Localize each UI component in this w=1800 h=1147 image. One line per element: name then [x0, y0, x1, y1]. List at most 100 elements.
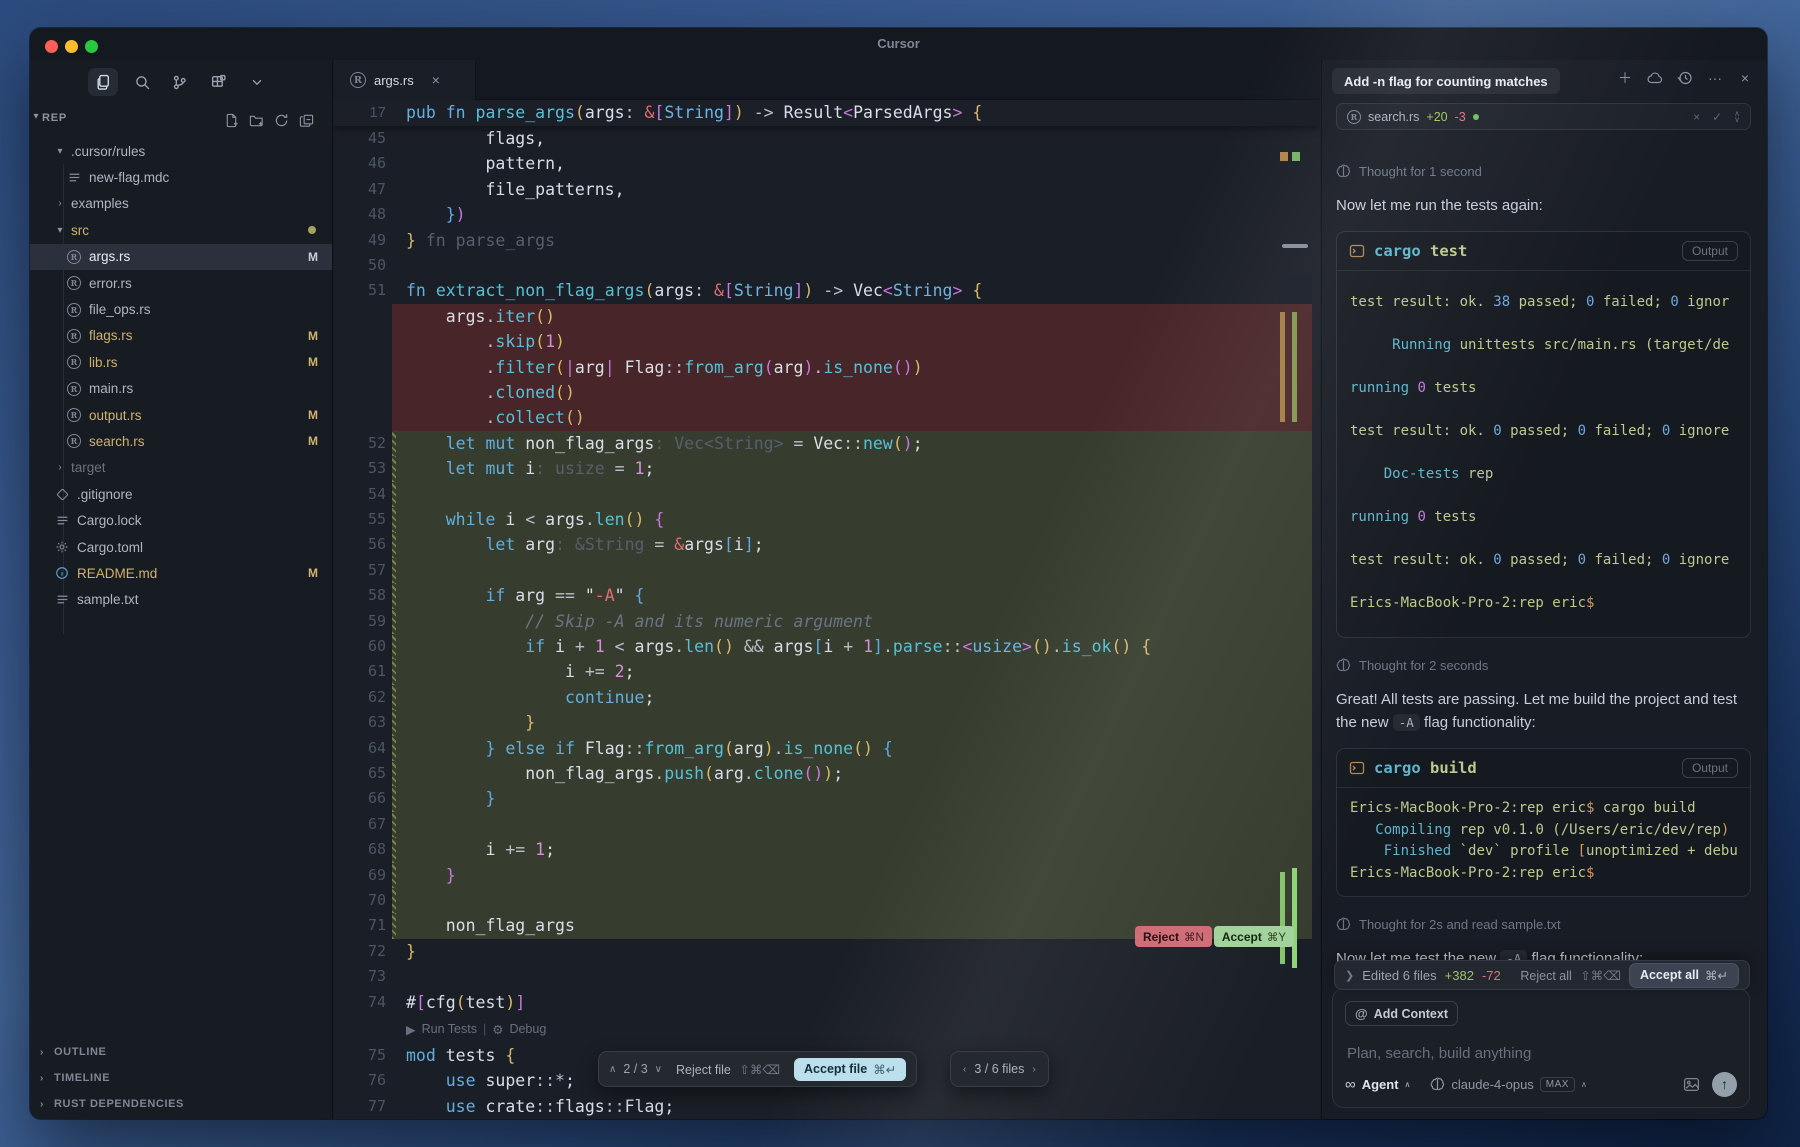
tree-item-search.rs[interactable]: Rsearch.rsM — [30, 428, 332, 454]
tree-item-file_ops.rs[interactable]: Rfile_ops.rs — [30, 296, 332, 322]
code-line-59[interactable]: 59 // Skip -A and its numeric argument — [334, 609, 1320, 634]
image-icon[interactable] — [1683, 1076, 1700, 1093]
tree-item-examples[interactable]: ›examples — [30, 191, 332, 217]
add-context-button[interactable]: @ Add Context — [1345, 1001, 1458, 1026]
tree-item-new-flag.mdc[interactable]: new-flag.mdc — [30, 164, 332, 190]
code-line-51[interactable]: 51fn extract_non_flag_args(args: &[Strin… — [334, 278, 1320, 303]
project-root-label[interactable]: REP — [42, 112, 67, 124]
code-line-deleted[interactable]: .cloned() — [334, 380, 1320, 405]
tree-item-README.md[interactable]: README.mdM — [30, 560, 332, 586]
reject-hunk-button[interactable]: Reject ⌘N — [1135, 926, 1212, 947]
code-line-55[interactable]: 55 while i < args.len() { — [334, 507, 1320, 532]
tab-args-rs[interactable]: R args.rs × — [334, 60, 476, 100]
zoom-window-button[interactable] — [85, 40, 98, 53]
code-line-73[interactable]: 73 — [334, 964, 1320, 989]
debug-link[interactable]: Debug — [509, 1022, 546, 1036]
tree-item-output.rs[interactable]: Routput.rsM — [30, 402, 332, 428]
next-diff-icon[interactable]: ∨ — [655, 1064, 662, 1075]
reject-file-button[interactable]: Reject file ⇧⌘⌫ — [676, 1062, 780, 1077]
code-line-66[interactable]: 66 } — [334, 786, 1320, 811]
sidebar-panel-outline[interactable]: ›OUTLINE — [30, 1039, 332, 1065]
new-folder-icon[interactable] — [245, 110, 267, 130]
thought-row[interactable]: Thought for 2s and read sample.txt — [1336, 917, 1751, 932]
new-file-icon[interactable] — [220, 110, 242, 130]
extensions-icon[interactable] — [203, 68, 233, 96]
code-line-50[interactable]: 50 — [334, 253, 1320, 278]
search-icon[interactable] — [127, 68, 157, 96]
output-badge[interactable]: Output — [1682, 241, 1738, 261]
overview-ruler[interactable] — [1280, 100, 1320, 1119]
files-icon[interactable] — [88, 68, 118, 96]
code-line-58[interactable]: 58 if arg == "-A" { — [334, 583, 1320, 608]
tree-item-main.rs[interactable]: Rmain.rs — [30, 376, 332, 402]
tree-item-.cursor/rules[interactable]: ▾.cursor/rules — [30, 138, 332, 164]
prev-file-icon[interactable]: ‹ — [963, 1064, 966, 1075]
code-lens[interactable]: ▶Run Tests|⚙Debug — [406, 1015, 906, 1043]
sidebar-panel-rust-dependencies[interactable]: ›RUST DEPENDENCIES — [30, 1091, 332, 1117]
tree-item-error.rs[interactable]: Rerror.rs — [30, 270, 332, 296]
code-area[interactable]: 45 flags,46 pattern,47 file_patterns,48 … — [334, 100, 1320, 1119]
refresh-icon[interactable] — [270, 110, 292, 130]
chip-expand-icon[interactable]: ∧∨ — [1734, 111, 1740, 123]
send-button[interactable]: ↑ — [1712, 1072, 1737, 1097]
code-line-64[interactable]: 64 } else if Flag::from_arg(arg).is_none… — [334, 736, 1320, 761]
code-line-deleted[interactable]: .filter(|arg| Flag::from_arg(arg).is_non… — [334, 355, 1320, 380]
expand-edits-icon[interactable]: ❯ — [1345, 969, 1354, 982]
code-line-47[interactable]: 47 file_patterns, — [334, 177, 1320, 202]
agent-mode-selector[interactable]: ∞ Agent ∧ — [1345, 1076, 1410, 1093]
tree-item-sample.txt[interactable]: sample.txt — [30, 587, 332, 613]
chat-title[interactable]: Add -n flag for counting matches — [1332, 68, 1560, 94]
code-line-60[interactable]: 60 if i + 1 < args.len() && args[i + 1].… — [334, 634, 1320, 659]
tree-item-Cargo.toml[interactable]: Cargo.toml — [30, 534, 332, 560]
tree-item-.gitignore[interactable]: .gitignore — [30, 481, 332, 507]
code-line-56[interactable]: 56 let arg: &String = &args[i]; — [334, 532, 1320, 557]
close-window-button[interactable] — [45, 40, 58, 53]
code-line-deleted[interactable]: args.iter() — [334, 304, 1320, 329]
code-line-deleted[interactable]: .collect() — [334, 405, 1320, 430]
edited-files-label[interactable]: Edited 6 files — [1362, 968, 1436, 983]
chat-input[interactable]: @ Add Context Plan, search, build anythi… — [1332, 988, 1750, 1108]
prev-diff-icon[interactable]: ∧ — [609, 1064, 616, 1075]
model-selector[interactable]: claude-4-opus MAX ∧ — [1430, 1077, 1586, 1092]
code-line-68[interactable]: 68 i += 1; — [334, 837, 1320, 862]
close-panel-icon[interactable]: × — [1737, 70, 1753, 86]
code-line-48[interactable]: 48 }) — [334, 202, 1320, 227]
tree-item-lib.rs[interactable]: Rlib.rsM — [30, 349, 332, 375]
code-line-57[interactable]: 57 — [334, 558, 1320, 583]
code-line-67[interactable]: 67 — [334, 812, 1320, 837]
code-line-45[interactable]: 45 flags, — [334, 126, 1320, 151]
code-line-54[interactable]: 54 — [334, 482, 1320, 507]
source-control-icon[interactable] — [164, 68, 194, 96]
tree-item-args.rs[interactable]: Rargs.rsM — [30, 244, 332, 270]
code-line-61[interactable]: 61 i += 2; — [334, 659, 1320, 684]
output-badge[interactable]: Output — [1682, 758, 1738, 778]
tree-item-target[interactable]: ›target — [30, 455, 332, 481]
edited-file-chip[interactable]: R search.rs +20 -3 × ✓ ∧∨ — [1336, 103, 1751, 130]
code-line-49[interactable]: 49} fn parse_args — [334, 228, 1320, 253]
chip-close-icon[interactable]: × — [1693, 110, 1700, 124]
code-line-77[interactable]: 77 use crate::flags::Flag; — [334, 1094, 1320, 1119]
reject-all-button[interactable]: Reject all ⇧⌘⌫ — [1520, 968, 1621, 983]
accept-all-button[interactable]: Accept all ⌘↵ — [1629, 963, 1739, 988]
collapse-all-icon[interactable] — [295, 110, 317, 130]
history-icon[interactable] — [1677, 70, 1693, 86]
thought-row[interactable]: Thought for 1 second — [1336, 164, 1751, 179]
cloud-icon[interactable] — [1647, 70, 1663, 86]
code-line-52[interactable]: 52 let mut non_flag_args: Vec<String> = … — [334, 431, 1320, 456]
scrollbar-thumb[interactable] — [1282, 244, 1308, 248]
code-line-53[interactable]: 53 let mut i: usize = 1; — [334, 456, 1320, 481]
accept-hunk-button[interactable]: Accept ⌘Y — [1214, 926, 1294, 947]
code-line-63[interactable]: 63 } — [334, 710, 1320, 735]
chip-check-icon[interactable]: ✓ — [1712, 110, 1722, 124]
code-line-deleted[interactable]: .skip(1) — [334, 329, 1320, 354]
close-tab-icon[interactable]: × — [432, 72, 440, 88]
minimize-window-button[interactable] — [65, 40, 78, 53]
code-line-62[interactable]: 62 continue; — [334, 685, 1320, 710]
thought-row[interactable]: Thought for 2 seconds — [1336, 658, 1751, 673]
code-line-46[interactable]: 46 pattern, — [334, 151, 1320, 176]
chevron-down-icon[interactable] — [242, 68, 272, 96]
accept-file-button[interactable]: Accept file ⌘↵ — [794, 1058, 906, 1081]
run-tests-link[interactable]: Run Tests — [422, 1022, 477, 1036]
next-file-icon[interactable]: › — [1032, 1064, 1035, 1075]
tree-item-flags.rs[interactable]: Rflags.rsM — [30, 323, 332, 349]
